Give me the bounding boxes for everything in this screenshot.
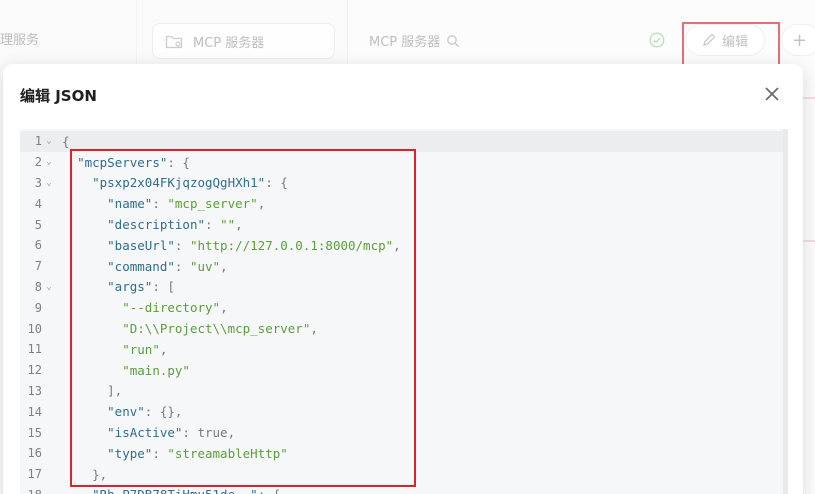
line-number: 8 — [34, 279, 42, 294]
line-number: 11 — [27, 342, 42, 357]
code-text: { — [62, 133, 70, 149]
line-number: 18 — [20, 488, 42, 494]
line-number: 15 — [27, 425, 42, 440]
highlight-json-block — [70, 149, 416, 487]
line-number: 3 — [34, 175, 42, 190]
fold-chevron-icon[interactable]: ⌄ — [42, 136, 56, 146]
code-text: "Rh-P7DB78TiHmu51de..": { — [56, 487, 280, 494]
fold-chevron-icon[interactable]: ⌄ — [42, 178, 56, 188]
modal-title: 编辑 JSON — [20, 87, 97, 105]
line-number: 1 — [34, 134, 42, 149]
line-number: 13 — [27, 383, 42, 398]
close-icon[interactable] — [761, 83, 783, 105]
fold-chevron-icon[interactable]: ⌄ — [42, 157, 56, 167]
line-number: 4 — [34, 196, 42, 211]
fold-chevron-icon[interactable]: ⌄ — [42, 282, 56, 292]
line-number: 16 — [27, 446, 42, 461]
line-number: 17 — [27, 467, 42, 482]
line-number: 5 — [34, 217, 42, 232]
line-number: 7 — [34, 259, 42, 274]
line-number: 14 — [27, 404, 42, 419]
line-number: 10 — [27, 321, 42, 336]
line-number: 12 — [27, 363, 42, 378]
editor-scrollbar[interactable] — [783, 129, 788, 494]
line-number: 2 — [34, 155, 42, 170]
line-number: 9 — [34, 300, 42, 315]
line-number: 6 — [34, 238, 42, 253]
fold-chevron-icon[interactable]: ⌄ — [42, 490, 56, 494]
